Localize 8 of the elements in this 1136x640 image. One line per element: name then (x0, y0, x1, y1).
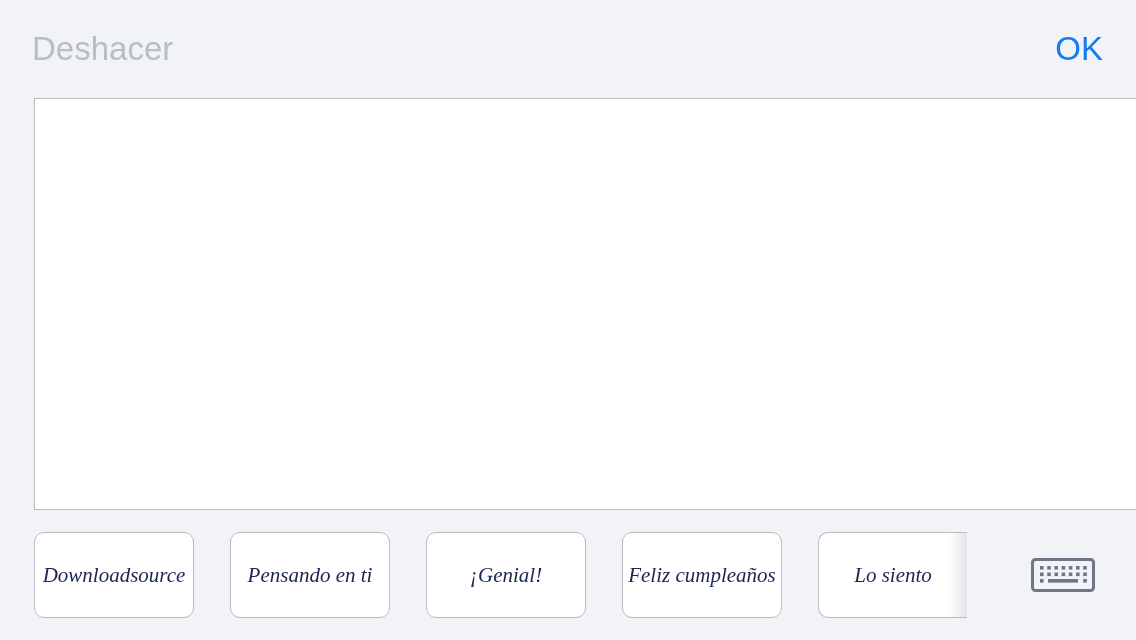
keyboard-icon (1031, 558, 1095, 592)
handwriting-card[interactable]: Downloadsource (34, 532, 194, 618)
handwriting-card[interactable]: Lo siento (818, 532, 967, 618)
handwriting-card[interactable]: Pensando en ti (230, 532, 390, 618)
handwriting-card[interactable]: Feliz cumpleaños (622, 532, 782, 618)
ok-button[interactable]: OK (1055, 30, 1103, 68)
keyboard-button[interactable] (1031, 558, 1095, 592)
handwriting-card[interactable]: ¡Genial! (426, 532, 586, 618)
